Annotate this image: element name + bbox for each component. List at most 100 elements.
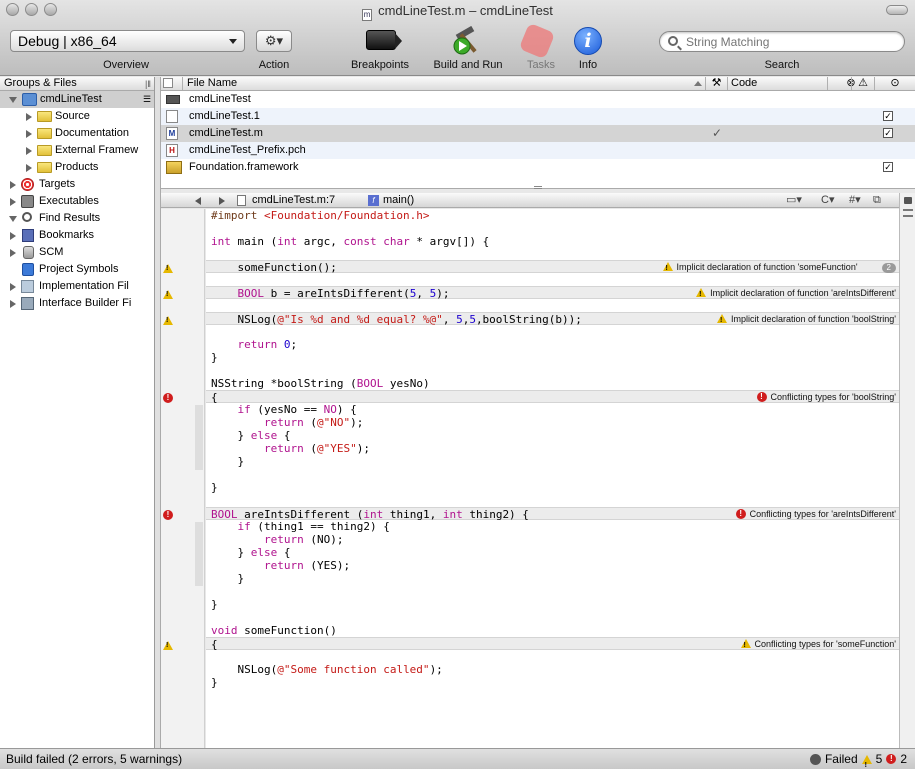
file-row[interactable]: Foundation.framework ✓ xyxy=(161,159,915,176)
vertical-scrollbar[interactable] xyxy=(899,193,915,748)
column-warnings[interactable]: ⚠ xyxy=(851,77,874,90)
warning-message[interactable]: Implicit declaration of function 'someFu… xyxy=(661,261,896,275)
code-line: } else { xyxy=(211,429,291,442)
breakpoints-button[interactable]: Breakpoints xyxy=(345,59,415,71)
sidebar-item-bookmarks[interactable]: Bookmarks xyxy=(0,227,154,244)
file-history-popup[interactable]: cmdLineTest.m:7 xyxy=(252,193,335,207)
search-field[interactable] xyxy=(659,31,905,52)
code-line: return (YES); xyxy=(263,559,351,572)
info-icon[interactable]: i xyxy=(574,27,602,55)
editor-gutter[interactable]: ! ! xyxy=(161,209,205,748)
warning-icon[interactable] xyxy=(163,290,173,299)
sidebar-item-documentation[interactable]: Documentation xyxy=(0,125,154,142)
build-failed-icon xyxy=(809,753,821,765)
error-icon[interactable]: ! xyxy=(163,393,173,403)
document-proxy-icon[interactable]: m xyxy=(362,9,373,21)
bookmarks-popup-icon[interactable]: ▭▾ xyxy=(786,193,802,207)
disclosure-open-icon[interactable] xyxy=(9,97,17,103)
warning-icon xyxy=(696,288,707,301)
sidebar-item-external-frameworks[interactable]: External Framew xyxy=(0,142,154,159)
disclosure-closed-icon[interactable] xyxy=(10,283,16,291)
counterpart-popup[interactable]: C▾ xyxy=(821,193,834,207)
error-message[interactable]: ! Conflicting types for 'boolString' xyxy=(755,391,896,403)
file-row[interactable]: cmdLineTest xyxy=(161,91,915,108)
warning-message[interactable]: Conflicting types for 'someFunction' xyxy=(739,638,896,652)
warning-icon[interactable] xyxy=(163,316,173,325)
editor-navigation-bar: cmdLineTest.m:7 f main() #▾ C▾ ▭▾ ⧉ xyxy=(161,193,915,208)
function-icon: f xyxy=(368,195,379,206)
detail-header: File Name ⚒ Code ⊗ ⚠ ⊙ xyxy=(161,77,915,91)
overview-popup[interactable]: Debug | x86_64 xyxy=(10,30,245,52)
build-results-summary[interactable]: Failed 5 ! 2 xyxy=(809,749,907,769)
sidebar-item-targets[interactable]: Targets xyxy=(0,176,154,193)
pragma-popup[interactable]: #▾ xyxy=(849,193,861,207)
warning-icon[interactable] xyxy=(163,641,173,650)
stop-tasks-icon[interactable] xyxy=(518,22,556,60)
warning-message[interactable]: Implicit declaration of function 'boolSt… xyxy=(715,313,896,327)
sidebar-item-implementation-files[interactable]: Implementation Fil xyxy=(0,278,154,295)
search-input[interactable] xyxy=(686,33,896,50)
lock-icon[interactable] xyxy=(904,197,912,204)
code-line: return (@"YES"); xyxy=(263,442,370,455)
disclosure-closed-icon[interactable] xyxy=(10,232,16,240)
disclosure-closed-icon[interactable] xyxy=(26,113,32,121)
disclosure-closed-icon[interactable] xyxy=(10,300,16,308)
warning-column-icon: ⚠ xyxy=(858,77,868,89)
sidebar-item-products[interactable]: Products xyxy=(0,159,154,176)
file-row[interactable]: cmdLineTest.1 ✓ xyxy=(161,108,915,125)
file-row[interactable]: M cmdLineTest.m ✓ ✓ xyxy=(161,125,915,142)
code-line: } xyxy=(211,676,218,689)
column-code[interactable]: Code xyxy=(727,77,827,90)
target-checkbox[interactable]: ✓ xyxy=(883,111,893,121)
split-editor-icon[interactable]: ⧉ xyxy=(873,193,881,207)
info-button[interactable]: Info xyxy=(570,59,606,71)
toolbar-toggle-button[interactable] xyxy=(886,5,908,15)
warning-icon xyxy=(662,262,673,275)
editor-splitter-handle[interactable] xyxy=(534,186,542,189)
file-row[interactable]: H cmdLineTest_Prefix.pch xyxy=(161,142,915,159)
function-popup[interactable]: main() xyxy=(383,193,414,207)
build-and-run-button[interactable]: Build and Run xyxy=(426,59,510,71)
disclosure-closed-icon[interactable] xyxy=(26,130,32,138)
target-checkbox[interactable]: ✓ xyxy=(883,128,893,138)
back-arrow-icon[interactable] xyxy=(195,197,201,205)
file-icon-column[interactable] xyxy=(163,78,173,88)
disclosure-closed-icon[interactable] xyxy=(26,164,32,172)
sidebar-item-scm[interactable]: SCM xyxy=(0,244,154,261)
disclosure-closed-icon[interactable] xyxy=(26,147,32,155)
warning-icon[interactable] xyxy=(163,264,173,273)
tasks-button[interactable]: Tasks xyxy=(520,59,562,71)
error-message[interactable]: ! Conflicting types for 'areIntsDifferent… xyxy=(734,508,896,520)
disclosure-closed-icon[interactable] xyxy=(10,198,16,206)
sidebar-item-interface-builder-files[interactable]: Interface Builder Fi xyxy=(0,295,154,312)
column-build-status[interactable]: ⚒ xyxy=(705,77,727,90)
sidebar-item-find-results[interactable]: Find Results xyxy=(0,210,154,227)
disclosure-closed-icon[interactable] xyxy=(10,249,16,257)
action-button[interactable]: ⚙▾ xyxy=(256,30,292,52)
target-checkbox[interactable]: ✓ xyxy=(883,162,893,172)
warning-message[interactable]: Implicit declaration of function 'areInt… xyxy=(694,287,896,301)
column-target[interactable]: ⊙ xyxy=(874,77,915,90)
sidebar-resize-icon[interactable]: |‖ xyxy=(145,78,151,91)
forward-arrow-icon[interactable] xyxy=(219,197,225,205)
warning-icon xyxy=(740,639,751,652)
list-icon[interactable]: ☰ xyxy=(143,91,151,108)
error-icon[interactable]: ! xyxy=(163,510,173,520)
sidebar-item-project-symbols[interactable]: Project Symbols xyxy=(0,261,154,278)
code-line-warning: {Conflicting types for 'someFunction' xyxy=(206,637,899,652)
sidebar-item-source[interactable]: Source xyxy=(0,108,154,125)
build-and-run-icon[interactable] xyxy=(450,26,484,56)
split-handle-icon[interactable] xyxy=(903,209,913,217)
disclosure-closed-icon[interactable] xyxy=(10,181,16,189)
breakpoints-icon[interactable] xyxy=(366,30,402,50)
sidebar-item-executables[interactable]: Executables xyxy=(0,193,154,210)
sidebar-item-project[interactable]: cmdLineTest ☰ xyxy=(0,91,154,108)
code-fold-ribbon[interactable] xyxy=(195,522,203,586)
code-line: #import <Foundation/Foundation.h> xyxy=(211,209,430,222)
column-file-name[interactable]: File Name xyxy=(182,77,705,90)
code-fold-ribbon[interactable] xyxy=(195,405,203,470)
disclosure-open-icon[interactable] xyxy=(9,216,17,222)
sort-ascending-icon xyxy=(694,81,702,86)
hammer-icon: ⚒ xyxy=(711,77,722,89)
code-editor[interactable]: #import <Foundation/Foundation.h> int ma… xyxy=(206,209,899,748)
